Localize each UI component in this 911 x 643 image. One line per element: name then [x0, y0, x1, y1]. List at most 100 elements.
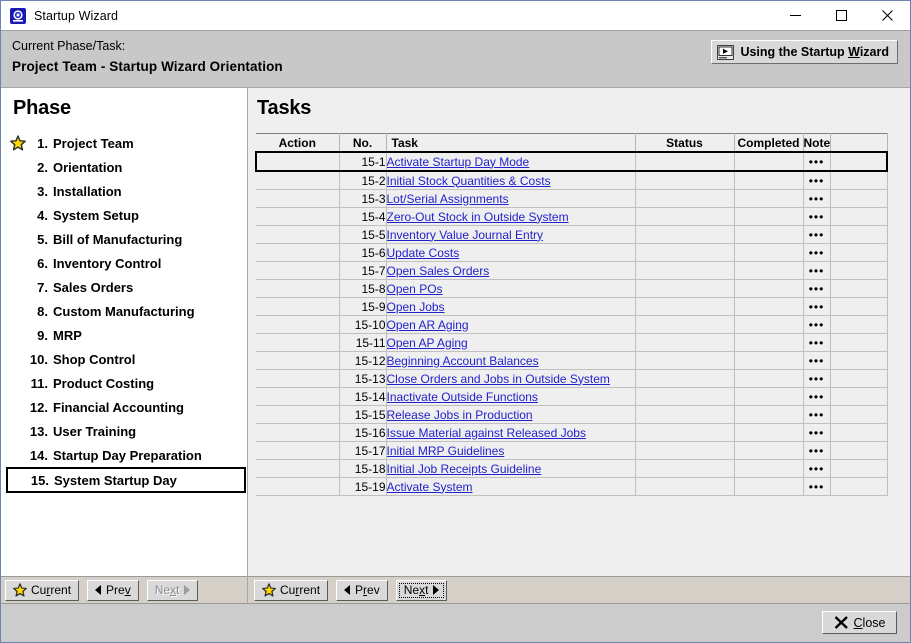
task-action-cell[interactable]: [256, 207, 340, 226]
table-row[interactable]: 15-6 Update Costs •••: [256, 243, 888, 262]
minimize-button[interactable]: [772, 1, 818, 30]
phase-nav-prev-button[interactable]: Prev: [87, 579, 139, 601]
task-action-cell[interactable]: [256, 351, 340, 370]
task-link[interactable]: Activate System: [387, 480, 473, 494]
task-link[interactable]: Open AR Aging: [387, 318, 469, 332]
tasks-column-header-action[interactable]: Action: [256, 133, 340, 153]
phase-item-9[interactable]: 9. MRP: [1, 323, 247, 347]
table-row[interactable]: 15-7 Open Sales Orders •••: [256, 261, 888, 280]
using-the-startup-wizard-button[interactable]: Using the Startup Wizard: [711, 40, 898, 64]
task-link[interactable]: Open POs: [387, 282, 443, 296]
task-note-button[interactable]: •••: [803, 171, 831, 190]
task-note-button[interactable]: •••: [803, 261, 831, 280]
table-row[interactable]: 15-3 Lot/Serial Assignments •••: [256, 189, 888, 208]
tasks-nav-current-button[interactable]: Current: [254, 579, 329, 601]
task-action-cell[interactable]: [256, 441, 340, 460]
task-action-cell[interactable]: [256, 315, 340, 334]
task-note-button[interactable]: •••: [803, 151, 831, 172]
table-row[interactable]: 15-11 Open AP Aging •••: [256, 333, 888, 352]
task-action-cell[interactable]: [255, 151, 340, 172]
task-note-button[interactable]: •••: [803, 297, 831, 316]
phase-item-4[interactable]: 4. System Setup: [1, 203, 247, 227]
phase-item-15[interactable]: 15. System Startup Day: [6, 467, 246, 493]
task-note-button[interactable]: •••: [803, 315, 831, 334]
phase-item-3[interactable]: 3. Installation: [1, 179, 247, 203]
tasks-column-header-note[interactable]: Note: [803, 133, 831, 153]
tasks-column-header-no[interactable]: No.: [339, 133, 387, 153]
task-link[interactable]: Activate Startup Day Mode: [387, 155, 530, 169]
table-row[interactable]: 15-1 Activate Startup Day Mode •••: [255, 151, 888, 172]
table-row[interactable]: 15-2 Initial Stock Quantities & Costs •••: [256, 171, 888, 190]
task-action-cell[interactable]: [256, 369, 340, 388]
task-action-cell[interactable]: [256, 171, 340, 190]
table-row[interactable]: 15-4 Zero-Out Stock in Outside System •••: [256, 207, 888, 226]
tasks-column-header-blank[interactable]: [830, 133, 888, 153]
task-note-button[interactable]: •••: [803, 441, 831, 460]
task-link[interactable]: Issue Material against Released Jobs: [387, 426, 586, 440]
phase-item-6[interactable]: 6. Inventory Control: [1, 251, 247, 275]
table-row[interactable]: 15-14 Inactivate Outside Functions •••: [256, 387, 888, 406]
table-row[interactable]: 15-13 Close Orders and Jobs in Outside Sy…: [256, 369, 888, 388]
phase-item-13[interactable]: 13. User Training: [1, 419, 247, 443]
task-note-button[interactable]: •••: [803, 477, 831, 496]
task-note-button[interactable]: •••: [803, 189, 831, 208]
task-link[interactable]: Initial Job Receipts Guideline: [387, 462, 542, 476]
phase-item-7[interactable]: 7. Sales Orders: [1, 275, 247, 299]
task-link[interactable]: Open Jobs: [387, 300, 445, 314]
table-row[interactable]: 15-19 Activate System •••: [256, 477, 888, 496]
task-note-button[interactable]: •••: [803, 369, 831, 388]
table-row[interactable]: 15-17 Initial MRP Guidelines •••: [256, 441, 888, 460]
close-window-button[interactable]: [864, 1, 910, 30]
task-note-button[interactable]: •••: [803, 459, 831, 478]
phase-item-10[interactable]: 10. Shop Control: [1, 347, 247, 371]
task-action-cell[interactable]: [256, 423, 340, 442]
task-action-cell[interactable]: [256, 405, 340, 424]
task-link[interactable]: Lot/Serial Assignments: [387, 192, 509, 206]
task-note-button[interactable]: •••: [803, 243, 831, 262]
task-note-button[interactable]: •••: [803, 387, 831, 406]
phase-nav-current-button[interactable]: Current: [5, 579, 80, 601]
table-row[interactable]: 15-8 Open POs •••: [256, 279, 888, 298]
task-action-cell[interactable]: [256, 387, 340, 406]
maximize-button[interactable]: [818, 1, 864, 30]
task-note-button[interactable]: •••: [803, 333, 831, 352]
task-action-cell[interactable]: [256, 477, 340, 496]
tasks-column-header-completed[interactable]: Completed: [734, 133, 804, 153]
task-link[interactable]: Inactivate Outside Functions: [387, 390, 538, 404]
task-note-button[interactable]: •••: [803, 225, 831, 244]
task-action-cell[interactable]: [256, 261, 340, 280]
task-link[interactable]: Close Orders and Jobs in Outside System: [387, 372, 610, 386]
task-note-button[interactable]: •••: [803, 351, 831, 370]
task-link[interactable]: Open AP Aging: [387, 336, 468, 350]
phase-item-14[interactable]: 14. Startup Day Preparation: [1, 443, 247, 467]
task-link[interactable]: Initial MRP Guidelines: [387, 444, 505, 458]
task-link[interactable]: Initial Stock Quantities & Costs: [387, 174, 551, 188]
tasks-nav-prev-button[interactable]: Prev: [336, 579, 388, 601]
task-link[interactable]: Zero-Out Stock in Outside System: [387, 210, 569, 224]
table-row[interactable]: 15-18 Initial Job Receipts Guideline •••: [256, 459, 888, 478]
table-row[interactable]: 15-5 Inventory Value Journal Entry •••: [256, 225, 888, 244]
task-action-cell[interactable]: [256, 459, 340, 478]
task-link[interactable]: Inventory Value Journal Entry: [387, 228, 544, 242]
phase-item-12[interactable]: 12. Financial Accounting: [1, 395, 247, 419]
task-action-cell[interactable]: [256, 189, 340, 208]
phase-item-5[interactable]: 5. Bill of Manufacturing: [1, 227, 247, 251]
table-row[interactable]: 15-10 Open AR Aging •••: [256, 315, 888, 334]
tasks-column-header-task[interactable]: Task: [386, 133, 636, 153]
table-row[interactable]: 15-16 Issue Material against Released Job…: [256, 423, 888, 442]
phase-item-2[interactable]: 2. Orientation: [1, 155, 247, 179]
task-link[interactable]: Release Jobs in Production: [387, 408, 533, 422]
task-action-cell[interactable]: [256, 333, 340, 352]
task-note-button[interactable]: •••: [803, 207, 831, 226]
tasks-column-header-status[interactable]: Status: [635, 133, 735, 153]
close-button[interactable]: Close: [822, 611, 897, 634]
task-note-button[interactable]: •••: [803, 423, 831, 442]
task-action-cell[interactable]: [256, 297, 340, 316]
phase-scroll-area[interactable]: Phase 1. Project Team 2. Orientation 3. Insta…: [1, 88, 247, 576]
task-note-button[interactable]: •••: [803, 279, 831, 298]
task-action-cell[interactable]: [256, 279, 340, 298]
tasks-nav-next-button[interactable]: Next: [395, 579, 448, 601]
phase-item-1[interactable]: 1. Project Team: [1, 131, 247, 155]
phase-item-11[interactable]: 11. Product Costing: [1, 371, 247, 395]
task-link[interactable]: Update Costs: [387, 246, 460, 260]
